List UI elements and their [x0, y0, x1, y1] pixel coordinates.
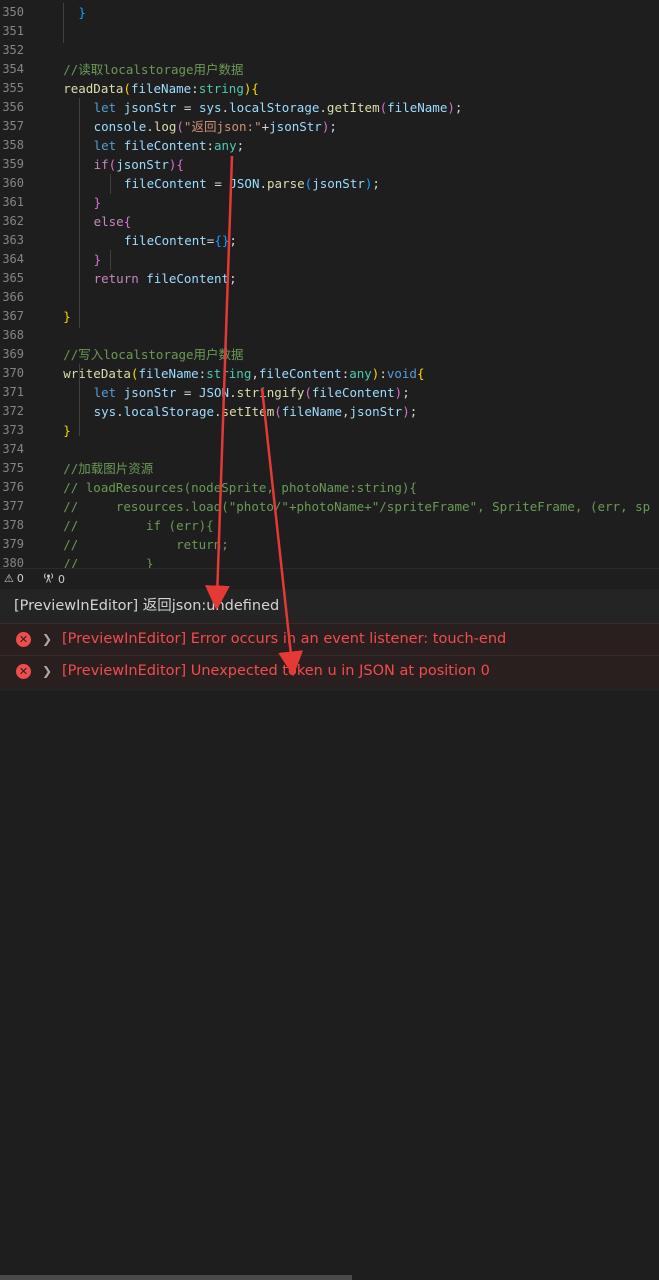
annotation-arrows — [204, 155, 304, 677]
horizontal-scrollbar[interactable] — [0, 1275, 352, 1280]
annotation-arrow-short — [260, 387, 304, 677]
annotation-arrow-long — [204, 155, 234, 611]
